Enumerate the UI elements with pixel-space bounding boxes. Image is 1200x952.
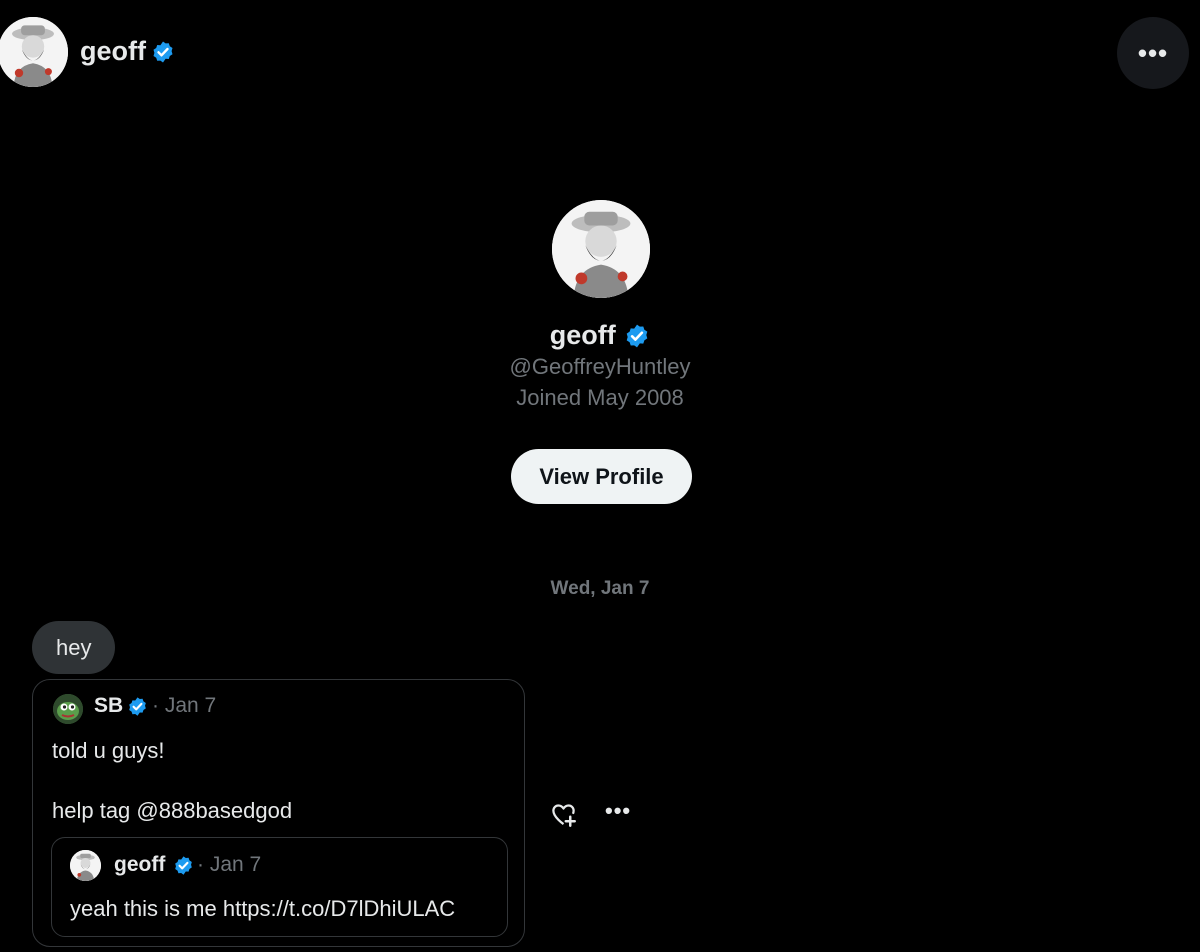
- date-separator: Wed, Jan 7: [550, 578, 650, 599]
- profile-avatar[interactable]: [552, 200, 650, 298]
- nested-quoted-tweet[interactable]: geoff · Jan 7 yeah this is me https://t.…: [51, 837, 508, 937]
- sb-avatar[interactable]: [53, 694, 83, 724]
- more-icon: •••: [1137, 37, 1169, 68]
- tweet-text-line: told u guys!: [52, 738, 165, 763]
- tweet-date: · Jan 7: [152, 694, 217, 717]
- nested-author-name[interactable]: geoff: [114, 853, 165, 877]
- message-more-icon[interactable]: •••: [605, 798, 631, 824]
- view-profile-button[interactable]: View Profile: [511, 449, 692, 504]
- nested-author-avatar[interactable]: [70, 850, 101, 881]
- tweet-text-line: help tag @888basedgod: [52, 798, 293, 823]
- profile-handle: @GeoffreyHuntley: [509, 354, 691, 379]
- header-name[interactable]: geoff: [80, 36, 146, 67]
- verified-badge-icon: [153, 41, 173, 63]
- verified-badge-icon: [129, 697, 146, 716]
- nested-tweet-text: yeah this is me https://t.co/D7lDhiULAC: [70, 896, 456, 921]
- add-reaction-icon[interactable]: [550, 801, 577, 828]
- nested-tweet-date: · Jan 7: [197, 853, 262, 876]
- shared-tweet-card[interactable]: SB · Jan 7 told u guys! help tag @888bas…: [32, 679, 525, 947]
- header-avatar[interactable]: [0, 17, 68, 87]
- verified-badge-icon: [175, 856, 192, 875]
- message-bubble[interactable]: hey: [32, 621, 116, 674]
- more-options-button[interactable]: •••: [1117, 17, 1189, 89]
- profile-joined-date: Joined May 2008: [516, 385, 684, 410]
- tweet-author-name[interactable]: SB: [94, 694, 123, 718]
- profile-name-row: geoff: [0, 320, 1200, 351]
- verified-badge-icon: [626, 324, 648, 347]
- profile-name: geoff: [549, 320, 616, 350]
